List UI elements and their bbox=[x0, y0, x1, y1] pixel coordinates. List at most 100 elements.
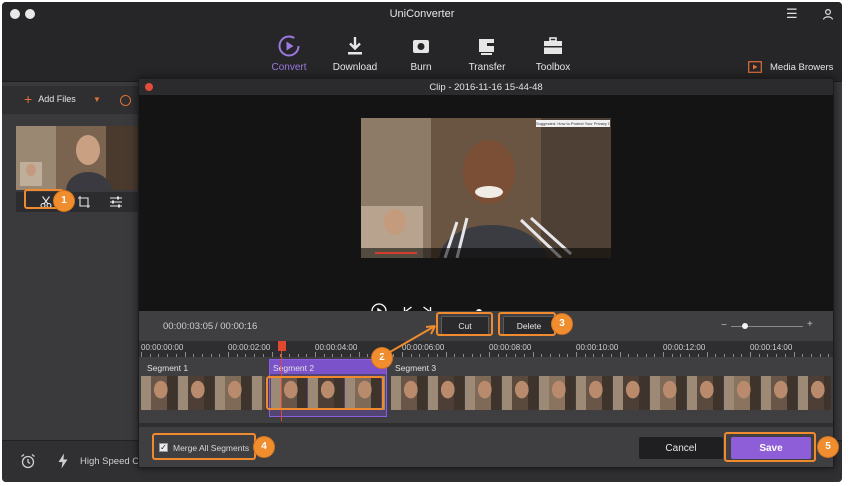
crop-icon[interactable] bbox=[77, 195, 91, 209]
menu-icon[interactable]: ☰ bbox=[786, 6, 798, 22]
filmstrip-frame bbox=[576, 376, 612, 410]
video-preview[interactable]: Suggested: How to Protect Your Privacy O… bbox=[361, 118, 611, 258]
tab-transfer[interactable]: Transfer bbox=[452, 34, 522, 73]
transfer-icon bbox=[479, 39, 496, 55]
toolbox-icon bbox=[544, 37, 562, 54]
filmstrip-frame bbox=[502, 376, 538, 410]
ruler-tick bbox=[619, 352, 621, 357]
ruler-tick bbox=[306, 354, 308, 357]
titlebar: UniConverter ☰ bbox=[2, 2, 842, 26]
ruler-tick bbox=[271, 352, 273, 357]
ruler-tick bbox=[245, 354, 247, 357]
ruler-tick bbox=[236, 354, 238, 357]
ruler-tick bbox=[158, 354, 160, 357]
ruler-tick bbox=[663, 352, 664, 357]
ruler-tick bbox=[410, 354, 412, 357]
callout-badge-5: 5 bbox=[818, 437, 838, 457]
video-thumbnail[interactable] bbox=[16, 126, 138, 190]
ruler-tick bbox=[454, 354, 456, 357]
filmstrip-frame bbox=[687, 376, 723, 410]
tab-toolbox[interactable]: Toolbox bbox=[518, 34, 588, 73]
highlight-merge-checkbox bbox=[152, 433, 256, 460]
tab-burn[interactable]: Burn bbox=[386, 34, 456, 73]
highlight-segment-2 bbox=[266, 376, 384, 410]
callout-badge-4: 4 bbox=[254, 437, 274, 457]
segment-3-filmstrip[interactable] bbox=[391, 376, 831, 410]
media-browser-label: Media Browers bbox=[770, 61, 834, 73]
ruler-tick bbox=[810, 354, 812, 357]
ruler-tick bbox=[393, 354, 395, 357]
preview-area: Suggested: How to Protect Your Privacy O… bbox=[139, 95, 833, 319]
ruler-tick bbox=[776, 354, 778, 357]
filmstrip-frame bbox=[215, 376, 251, 410]
ruler-tick bbox=[697, 354, 699, 357]
cancel-button[interactable]: Cancel bbox=[639, 437, 723, 459]
timeline-scrollbar[interactable] bbox=[139, 423, 833, 427]
ruler-tick bbox=[602, 354, 604, 357]
ruler-tick bbox=[680, 354, 682, 357]
ruler-tick bbox=[228, 352, 229, 357]
tab-convert[interactable]: Convert bbox=[254, 34, 324, 73]
ruler-tick bbox=[784, 354, 786, 357]
tab-toolbox-label: Toolbox bbox=[535, 62, 571, 73]
alarm-clock-icon[interactable] bbox=[20, 453, 36, 469]
video-caption: Suggested: How to Protect Your Privacy O… bbox=[536, 120, 610, 127]
ruler-tick bbox=[732, 354, 734, 357]
filmstrip-frame bbox=[465, 376, 501, 410]
ruler-tick bbox=[523, 354, 525, 357]
ruler-tick-label: 00:00:14:00 bbox=[750, 343, 793, 352]
add-files-button[interactable]: + Add Files bbox=[24, 91, 76, 107]
filmstrip-frame bbox=[391, 376, 427, 410]
media-browser-button[interactable]: Media Browers bbox=[748, 61, 833, 73]
add-options-icon[interactable] bbox=[120, 95, 131, 106]
ruler-tick bbox=[793, 352, 795, 357]
download-icon bbox=[348, 37, 362, 55]
ruler-tick bbox=[349, 354, 351, 357]
segment-track: Segment 1 Segment 2 Segment 3 bbox=[139, 359, 833, 423]
ruler-tick bbox=[219, 354, 221, 357]
zoom-slider-knob[interactable] bbox=[742, 323, 749, 329]
ruler-tick bbox=[445, 352, 447, 357]
ruler-tick bbox=[341, 354, 343, 357]
timeline-ruler[interactable]: 00:00:00:00 00:00:02:00 00:00:04:00 00:00:0… bbox=[139, 341, 833, 357]
ruler-tick bbox=[819, 354, 821, 357]
chevron-down-icon[interactable]: ▼ bbox=[93, 95, 101, 104]
ruler-tick-label: 00:00:06:00 bbox=[402, 343, 445, 352]
user-icon[interactable] bbox=[822, 8, 834, 20]
lightning-icon[interactable] bbox=[57, 453, 69, 469]
tab-download[interactable]: Download bbox=[320, 34, 390, 73]
ruler-tick bbox=[671, 354, 673, 357]
convert-icon bbox=[278, 35, 300, 57]
ruler-tick bbox=[358, 352, 360, 357]
ruler-tick bbox=[689, 354, 691, 357]
ruler-tick bbox=[532, 352, 534, 357]
filmstrip-frame bbox=[650, 376, 686, 410]
filmstrip-frame bbox=[428, 376, 464, 410]
ruler-tick bbox=[584, 354, 586, 357]
zoom-out-icon[interactable]: − bbox=[721, 320, 727, 331]
ruler-tick bbox=[193, 354, 195, 357]
ruler-tick bbox=[541, 354, 543, 357]
filmstrip-frame bbox=[761, 376, 797, 410]
segment-1-filmstrip[interactable] bbox=[141, 376, 265, 410]
timeline-zoom-slider[interactable] bbox=[731, 323, 803, 329]
dialog-title: Clip - 2016-11-16 15-44-48 bbox=[429, 82, 543, 93]
callout-badge-1: 1 bbox=[54, 191, 74, 211]
filmstrip-frame bbox=[613, 376, 649, 410]
dialog-titlebar: Clip - 2016-11-16 15-44-48 bbox=[139, 79, 833, 95]
segment-3-label: Segment 3 bbox=[395, 363, 437, 373]
ruler-tick bbox=[610, 354, 612, 357]
highlight-cut-button bbox=[436, 312, 493, 336]
effects-sliders-icon[interactable] bbox=[109, 195, 123, 209]
ruler-tick bbox=[489, 352, 490, 357]
highlight-delete-button bbox=[498, 312, 556, 336]
ruler-tick bbox=[497, 354, 499, 357]
ruler-tick-label: 00:00:04:00 bbox=[315, 343, 358, 352]
plus-icon: + bbox=[24, 91, 33, 107]
filmstrip-frame bbox=[539, 376, 575, 410]
zoom-in-icon[interactable]: + bbox=[807, 319, 813, 330]
ruler-tick-label: 00:00:08:00 bbox=[489, 343, 532, 352]
playhead-marker[interactable] bbox=[278, 341, 286, 351]
total-time: / 00:00:16 bbox=[215, 321, 258, 332]
burn-icon bbox=[413, 40, 429, 53]
